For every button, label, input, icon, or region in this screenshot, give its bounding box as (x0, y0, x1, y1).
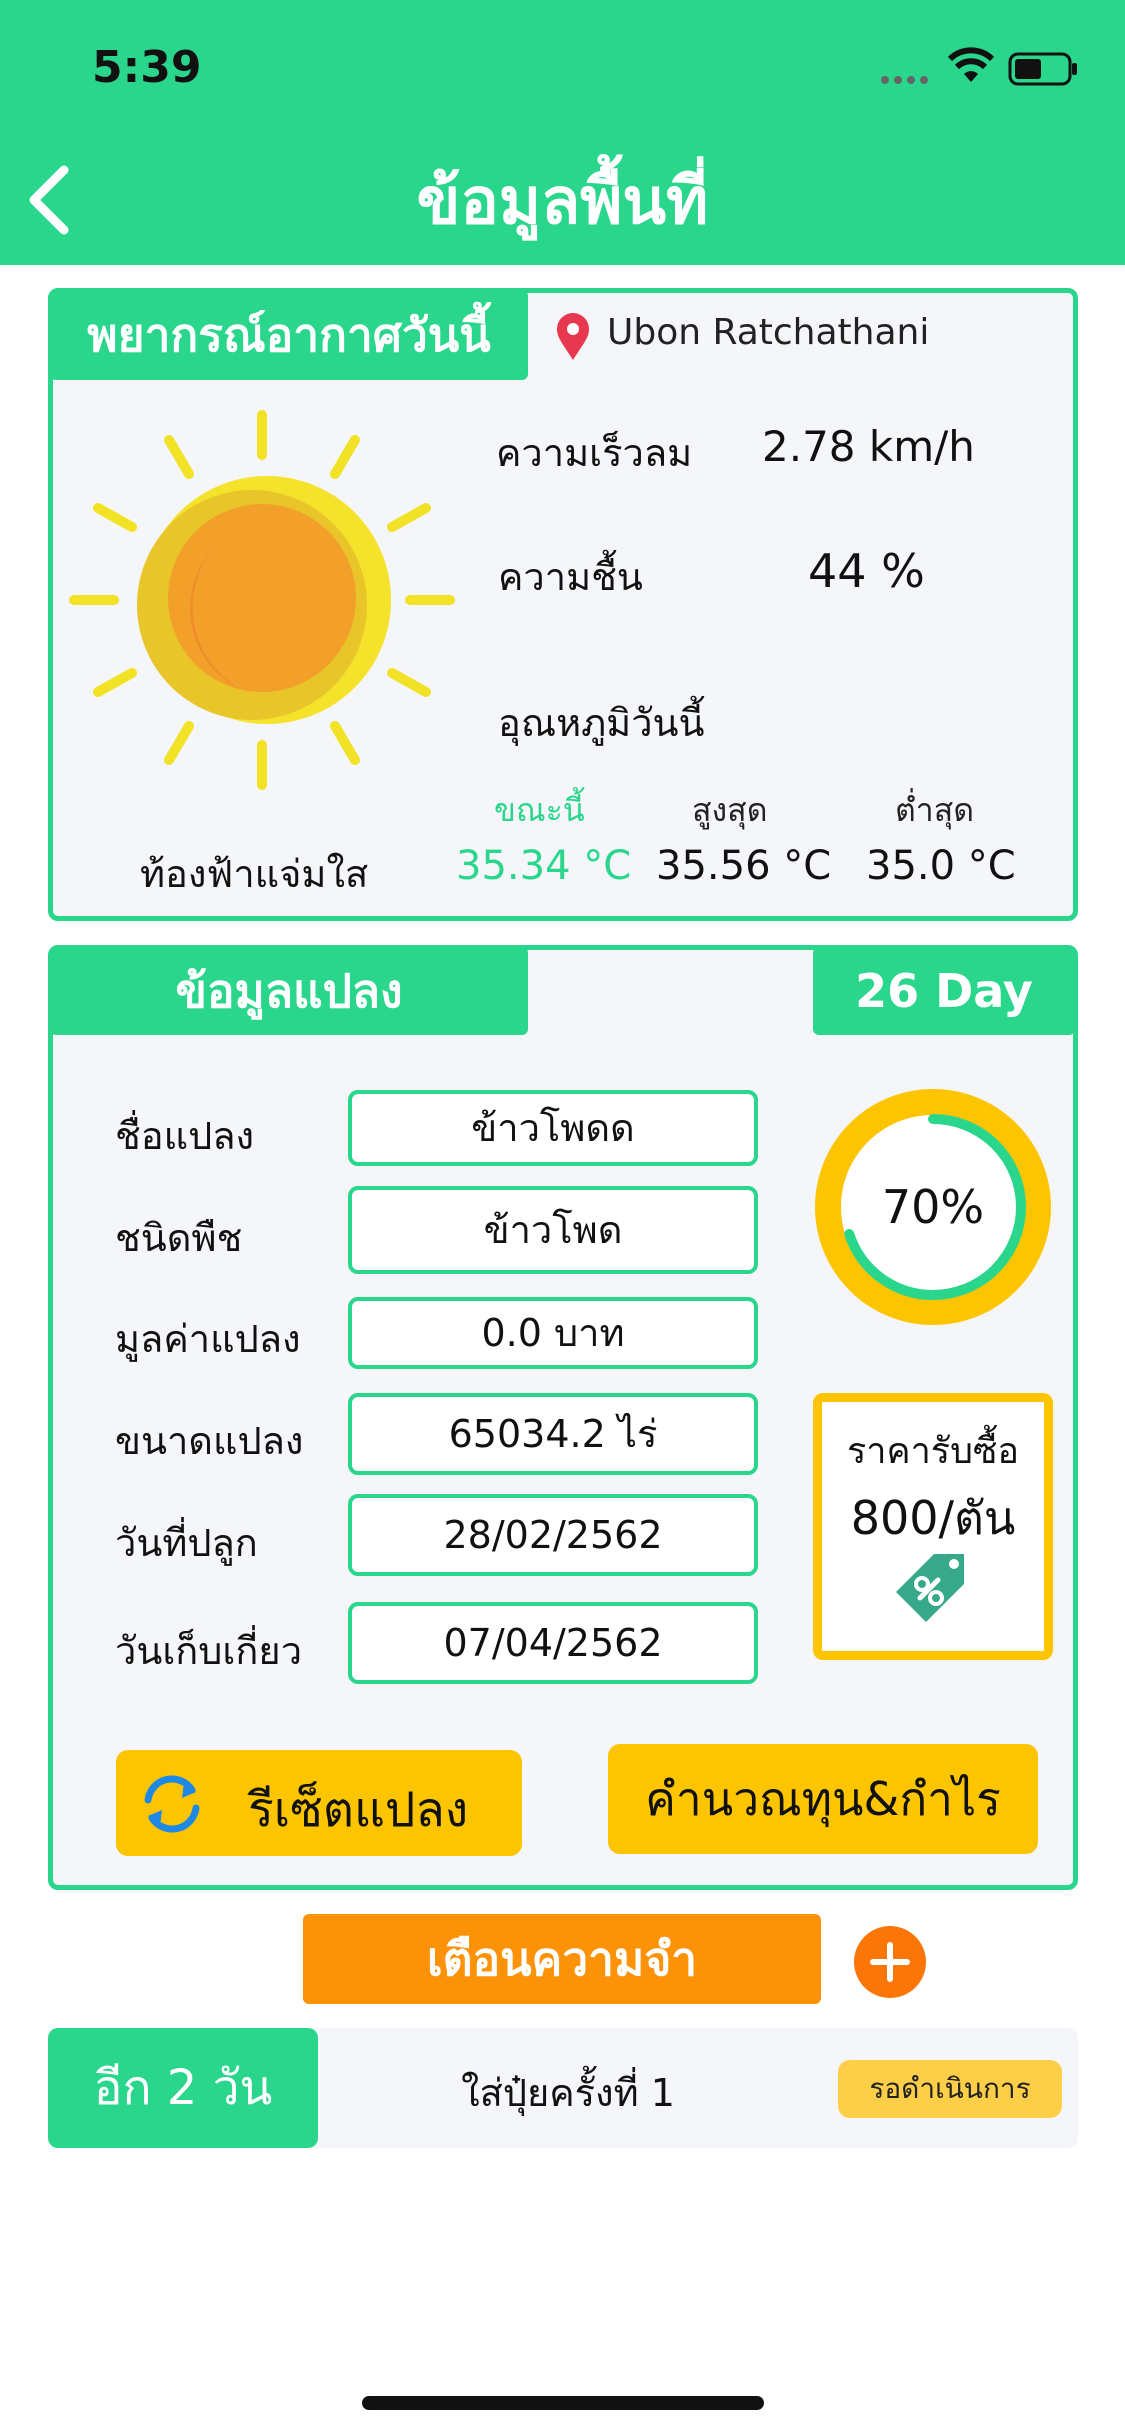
sun-icon (62, 400, 462, 800)
temp-now-value: 35.34 °C (456, 843, 632, 889)
day-count-badge: 26 Day (813, 947, 1075, 1035)
add-reminder-button[interactable] (853, 1925, 927, 1999)
plot-value-field[interactable]: 0.0 บาท (348, 1297, 758, 1369)
field-label-planting-date: วันที่ปลูก (115, 1521, 258, 1565)
refresh-icon (134, 1766, 210, 1842)
humidity-label: ความชื้น (498, 555, 643, 599)
home-indicator (362, 2396, 764, 2410)
status-time: 5:39 (92, 42, 202, 93)
battery-icon (1008, 52, 1080, 86)
weather-tab-label: พยากรณ์อากาศวันนี้ (50, 290, 528, 380)
temp-low-label: ต่ำสุด (895, 791, 975, 829)
wind-label: ความเร็วลม (496, 431, 693, 475)
crop-type-field[interactable]: ข้าวโพด (348, 1186, 758, 1274)
temp-now-label: ขณะนี้ (494, 791, 585, 829)
reminder-status-badge: รอดำเนินการ (838, 2060, 1062, 2118)
field-label-crop: ชนิดพืช (115, 1216, 243, 1260)
reminder-days-left: อีก 2 วัน (48, 2028, 318, 2148)
progress-percent: 70% (881, 1180, 985, 1234)
signal-icon (880, 70, 936, 84)
field-label-value: มูลค่าแปลง (115, 1317, 301, 1361)
field-label-name: ชื่อแปลง (115, 1114, 255, 1158)
temp-high-value: 35.56 °C (656, 843, 832, 889)
calculate-cost-profit-button[interactable]: คำนวณทุน&กำไร (608, 1744, 1038, 1854)
page-title: ข้อมูลพื้นที่ (416, 165, 709, 239)
location-name: Ubon Ratchathani (607, 312, 930, 353)
temperature-label: อุณหภูมิวันนี้ (498, 701, 705, 745)
reminder-button[interactable]: เตือนความจำ (303, 1914, 821, 2004)
wifi-icon (947, 46, 995, 86)
temp-low-value: 35.0 °C (866, 843, 1016, 889)
humidity-value: 44 % (808, 544, 925, 598)
price-tag-icon (890, 1548, 970, 1628)
price-value: 800/ตัน (850, 1491, 1016, 1545)
plot-name-field[interactable]: ข้าวโพดด (348, 1090, 758, 1166)
location-pin-icon (555, 312, 591, 362)
field-label-size: ขนาดแปลง (115, 1419, 304, 1463)
plot-size-field[interactable]: 65034.2 ไร่ (348, 1393, 758, 1475)
plus-icon (854, 1926, 926, 1998)
reset-plot-label: รีเซ็ตแปลง (248, 1782, 469, 1838)
price-label: ราคารับซื้อ (846, 1431, 1020, 1472)
harvest-date-field[interactable]: 07/04/2562 (348, 1602, 758, 1684)
temp-high-label: สูงสุด (692, 791, 768, 829)
wind-value: 2.78 km/h (762, 422, 975, 471)
sky-condition: ท้องฟ้าแจ่มใส (140, 852, 369, 896)
reminder-task: ใส่ปุ๋ยครั้งที่ 1 (461, 2071, 675, 2115)
field-label-harvest-date: วันเก็บเกี่ยว (115, 1629, 303, 1673)
planting-date-field[interactable]: 28/02/2562 (348, 1494, 758, 1576)
plot-tab-label: ข้อมูลแปลง (50, 947, 528, 1035)
